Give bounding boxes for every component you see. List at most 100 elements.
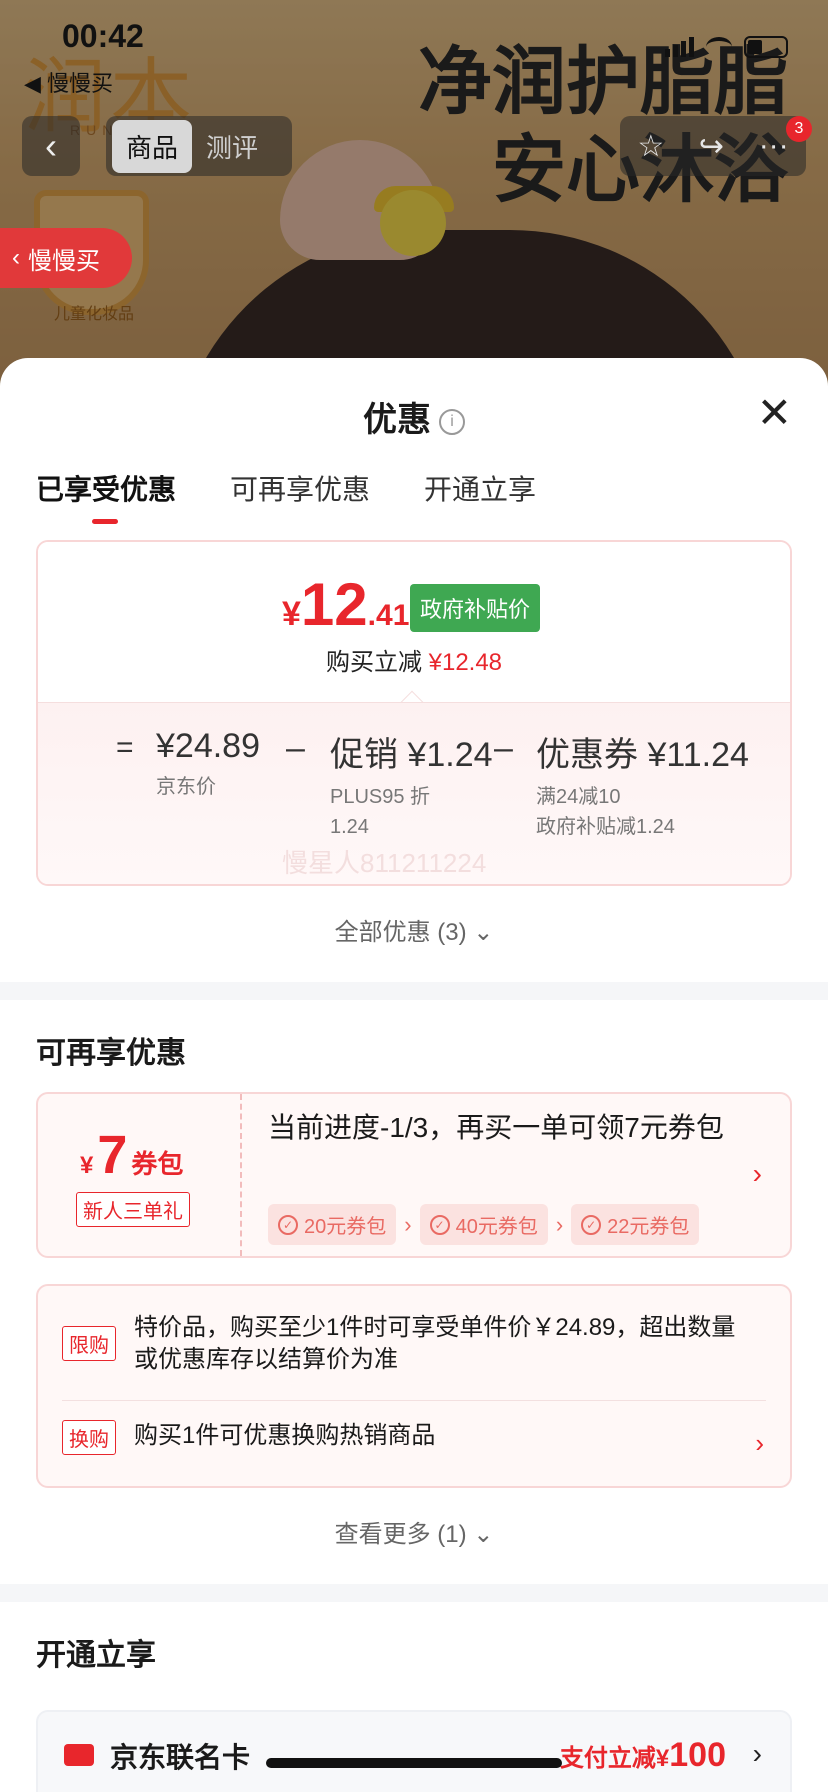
status-time: 00:42 [62,18,144,54]
close-button[interactable]: ✕ [757,392,792,434]
coupon-currency: ¥ [80,1152,94,1179]
promo-note-line-1: PLUS95 折 [330,786,431,808]
new-user-tag: 新人三单礼 [76,1192,190,1227]
sheet-title: 优惠 i [0,392,828,441]
minus-sign: – [494,729,513,767]
section-title-more-offers: 可再享优惠 [36,1037,186,1070]
jd-price-col: ¥24.89 京东价 [156,727,260,802]
final-price-card: ¥ 12 .41 政府补贴价 购买立减 ¥12.48 = ¥24.89 京东价 … [36,540,792,886]
coupon-pack-card[interactable]: ¥ 7 券包 新人三单礼 当前进度-1/3，再买一单可领7元券包 ✓ 20元券包 … [36,1092,792,1258]
rule-exchange[interactable]: 换购 购买1件可优惠换购热销商品 [62,1416,766,1456]
signal-icon [665,37,694,57]
more-icon[interactable]: ··· [759,129,789,163]
view-more-toggle[interactable]: 查看更多 (1) ⌄ [0,1514,828,1549]
sheet-title-text: 优惠 [363,401,431,439]
segment-control: 商品 测评 [106,116,292,176]
jd-price: ¥24.89 [156,727,260,765]
mmb-float-button[interactable]: ‹ 慢慢买 [0,228,132,288]
promo-col: 促销 ¥1.24 PLUS95 折 1.24 [330,727,493,842]
coupon-pack-steps: ✓ 20元券包 › ✓ 40元券包 › ✓ 22元券包 [268,1204,700,1245]
rule-tag-limit: 限购 [62,1326,116,1361]
rule-text-limit: 特价品，购买至少1件时可享受单件价￥24.89，超出数量或优惠库存以结算价为准 [134,1314,736,1373]
price-currency: ¥ [282,595,301,633]
coupon-unit: 券包 [131,1149,184,1179]
wifi-icon [706,37,732,57]
message-badge: 3 [786,116,812,142]
home-indicator [266,1758,562,1768]
coupon-note: 满24减10 政府补贴减1.24 [536,782,749,842]
coupon-amount: 7 [97,1125,128,1185]
back-to-app-link[interactable]: ◀ 慢慢买 [24,66,113,98]
purchase-rules-card: 限购 特价品，购买至少1件时可享受单件价￥24.89，超出数量或优惠库存以结算价… [36,1284,792,1488]
battery-icon [744,36,788,58]
share-icon[interactable]: ↪ [699,129,724,164]
star-icon[interactable]: ☆ [637,129,664,164]
coupon-value: 优惠券 ¥11.24 [536,736,749,774]
coupon-note-line-2: 政府补贴减1.24 [536,816,675,838]
price-decimal: .41 [367,599,410,632]
coupon-step: ✓ 40元券包 [419,1204,548,1245]
coupon-pack-amount: ¥ 7 券包 [80,1124,183,1186]
coupon-col: 优惠券 ¥11.24 满24减10 政府补贴减1.24 [536,727,749,842]
offer-tabs: 已享受优惠 可再享优惠 开通立享 [36,468,536,524]
pay-discount-label: 支付立减¥ [559,1745,670,1772]
chevron-right-icon: › [404,1211,412,1237]
reduce-value: ¥12.48 [428,649,503,676]
jd-card-offer[interactable]: 京东联名卡 支付立减¥100 › [36,1710,792,1792]
all-offers-toggle[interactable]: 全部优惠 (3) ⌄ [0,912,828,947]
tab-enjoyed[interactable]: 已享受优惠 [36,468,176,524]
price-integer: 12 [300,571,368,638]
rule-limit: 限购 特价品，购买至少1件时可享受单件价￥24.89，超出数量或优惠库存以结算价… [62,1312,766,1384]
rule-text-exchange: 购买1件可优惠换购热销商品 [134,1422,436,1449]
info-icon[interactable]: i [439,409,465,436]
offers-sheet: 优惠 i ✕ 已享受优惠 可再享优惠 开通立享 ¥ 12 .41 政府补贴价 购买… [0,358,828,1792]
coupon-step: ✓ 20元券包 [268,1204,397,1245]
coupon-step-label: 22元券包 [607,1216,690,1238]
minus-sign: – [286,729,305,767]
coupon-note-line-1: 满24减10 [536,786,621,808]
jd-price-label: 京东价 [156,776,216,798]
reduce-label: 购买立减 [325,649,422,676]
segment-product[interactable]: 商品 [112,119,193,173]
section-divider [0,1584,828,1602]
section-title-activate: 开通立享 [36,1639,156,1672]
chevron-right-icon: › [555,1211,564,1237]
coupon-step-label: 40元券包 [455,1216,538,1238]
equals-sign: = [116,731,134,764]
final-price: ¥ 12 .41 [282,570,409,639]
tab-activate[interactable]: 开通立享 [424,468,536,508]
chevron-right-icon: › [755,1428,764,1458]
status-icons [665,36,788,58]
check-circle-icon: ✓ [581,1214,602,1235]
promo-note: PLUS95 折 1.24 [330,782,493,842]
nav-actions: ☆ ↪ ··· [620,116,806,176]
coupon-step: ✓ 22元券包 [571,1204,700,1245]
tab-more-available[interactable]: 可再享优惠 [230,468,370,508]
rule-divider [62,1400,766,1401]
back-button[interactable]: ‹ [22,116,80,176]
coupon-pack-progress: 当前进度-1/3，再买一单可领7元券包 [268,1112,724,1143]
coupon-step-label: 20元券包 [304,1216,387,1238]
jd-card-name: 京东联名卡 [110,1742,251,1773]
check-circle-icon: ✓ [278,1214,298,1235]
gov-subsidy-tag: 政府补贴价 [410,584,541,632]
card-icon [64,1744,94,1766]
pay-discount: 支付立减¥100 [560,1736,726,1775]
chevron-right-icon: › [752,1158,762,1189]
price-breakdown: = ¥24.89 京东价 – 促销 ¥1.24 PLUS95 折 1.24 – … [38,702,790,884]
modal-overlay[interactable] [0,0,828,400]
reduce-line: 购买立减 ¥12.48 [38,642,790,677]
price-summary: ¥ 12 .41 政府补贴价 购买立减 ¥12.48 [38,542,790,702]
float-pill-label: 慢慢买 [28,247,100,275]
promo-value: 促销 ¥1.24 [330,736,493,774]
rule-tag-exchange: 换购 [62,1420,116,1455]
chevron-left-icon: ‹ [12,244,20,271]
coupon-pack-amount-area: ¥ 7 券包 新人三单礼 [38,1094,242,1256]
chevron-left-icon: ‹ [45,125,57,166]
chevron-right-icon: › [752,1738,762,1769]
check-circle-icon: ✓ [429,1214,450,1235]
section-divider [0,982,828,1000]
segment-review[interactable]: 测评 [192,120,272,173]
pay-discount-amount: 100 [669,1736,726,1774]
watermark: 慢星人811211224 [282,848,487,878]
